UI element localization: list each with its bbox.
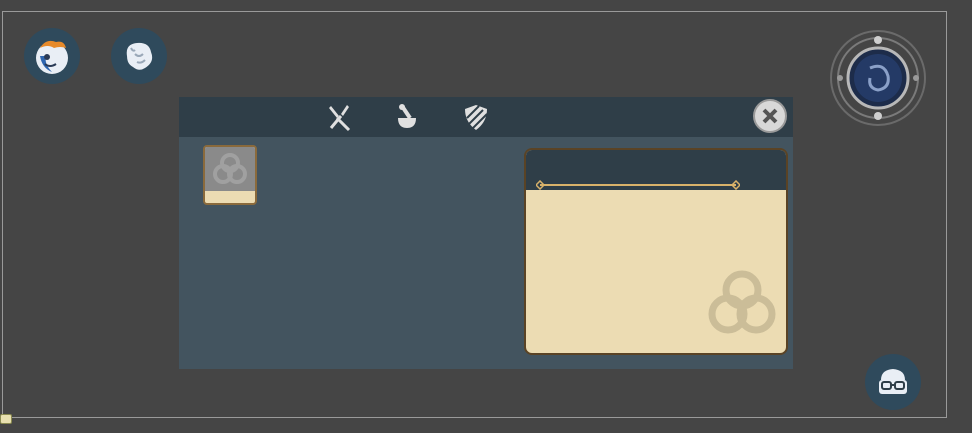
recipe-item-slot[interactable] bbox=[203, 145, 257, 205]
hero-icon bbox=[36, 40, 68, 74]
hero-portrait-button[interactable] bbox=[24, 28, 80, 84]
glasses-icon bbox=[879, 369, 907, 394]
item-detail-card bbox=[524, 148, 788, 355]
spirit-icon bbox=[126, 42, 153, 70]
crafting-panel bbox=[179, 97, 793, 369]
spirit-companion-button[interactable] bbox=[111, 28, 167, 84]
crossed-tools-icon[interactable] bbox=[325, 102, 355, 132]
character-menu-button[interactable] bbox=[865, 354, 921, 410]
item-detail-header bbox=[526, 150, 786, 190]
close-button[interactable] bbox=[753, 99, 787, 133]
crafting-tab-bar bbox=[179, 97, 793, 137]
corner-scroll-icon[interactable] bbox=[0, 414, 12, 424]
ornamental-divider bbox=[536, 180, 740, 190]
close-icon bbox=[762, 108, 778, 124]
compass-orb-icon[interactable] bbox=[828, 28, 928, 128]
shield-icon[interactable] bbox=[461, 102, 491, 132]
mortar-pestle-icon[interactable] bbox=[392, 102, 422, 132]
celtic-knot-icon bbox=[213, 153, 247, 184]
celtic-knot-watermark-icon bbox=[708, 270, 776, 334]
